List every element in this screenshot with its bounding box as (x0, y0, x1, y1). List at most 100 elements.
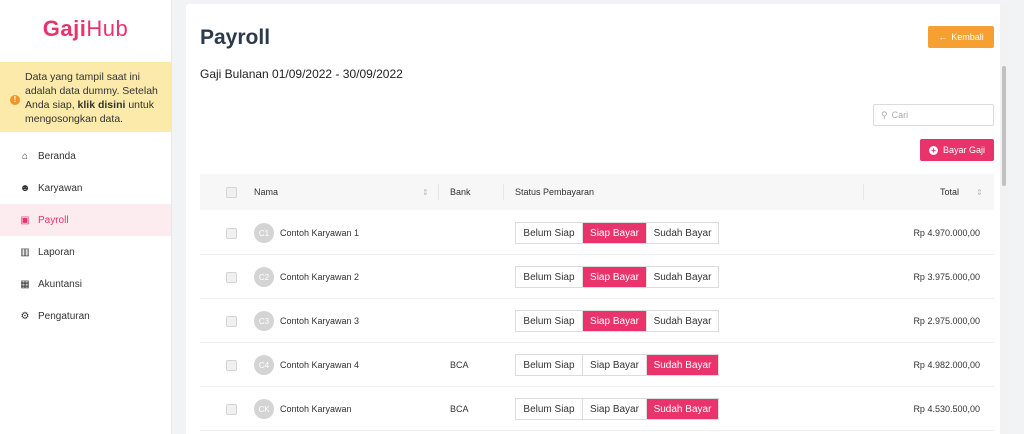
employee-name[interactable]: Contoh Karyawan 4 (280, 360, 359, 370)
row-checkbox-cell (226, 255, 237, 299)
gajihub-logo[interactable]: Gaji Hub (0, 0, 171, 58)
bank-name: BCA (450, 360, 469, 370)
pay-salary-button[interactable]: + Bayar Gaji (920, 139, 994, 161)
status-option-2[interactable]: Siap Bayar (583, 267, 647, 287)
row-checkbox[interactable] (226, 315, 237, 327)
header-bank-label: Bank (450, 187, 471, 197)
sidebar-item-beranda[interactable]: ⌂ Beranda (0, 140, 171, 172)
scrollbar-thumb[interactable] (1002, 66, 1006, 186)
total-cell: Rp 4.982.000,00 (913, 343, 980, 387)
sidebar-item-laporan[interactable]: ▥ Laporan (0, 236, 171, 268)
bank-name: BCA (450, 404, 469, 414)
plus-circle-icon: + (928, 145, 938, 155)
main-content: Payroll Gaji Bulanan 01/09/2022 - 30/09/… (186, 4, 1008, 434)
search-input[interactable]: ⚲ Cari (873, 104, 994, 126)
status-option-2[interactable]: Siap Bayar (583, 355, 647, 375)
employee-name[interactable]: Contoh Karyawan 1 (280, 228, 359, 238)
sidebar: Gaji Hub ! Data yang tampil saat ini adal… (0, 0, 172, 434)
users-icon: ☻ (19, 182, 31, 194)
status-segmented-control: Belum Siap Siap Bayar Sudah Bayar (515, 211, 719, 255)
status-option-3[interactable]: Sudah Bayar (647, 355, 718, 375)
total-cell: Rp 2.975.000,00 (913, 299, 980, 343)
total-amount: Rp 3.975.000,00 (913, 272, 980, 282)
bank-cell: BCA (450, 343, 469, 387)
select-all-checkbox-cell (226, 174, 237, 210)
total-amount: Rp 4.530.500,00 (913, 404, 980, 414)
status-option-2[interactable]: Siap Bayar (583, 311, 647, 331)
row-checkbox[interactable] (226, 271, 237, 283)
header-total-label: Total (940, 187, 960, 197)
row-checkbox[interactable] (226, 359, 237, 371)
employee-name[interactable]: Contoh Karyawan 3 (280, 316, 359, 326)
logo-light-text: Hub (86, 16, 129, 41)
total-amount: Rp 4.970.000,00 (913, 228, 980, 238)
sidebar-item-akuntansi[interactable]: ▦ Akuntansi (0, 268, 171, 300)
avatar: CK (254, 399, 274, 419)
status-segmented-control: Belum Siap Siap Bayar Sudah Bayar (515, 299, 719, 343)
total-cell: Rp 3.975.000,00 (913, 255, 980, 299)
scrollbar[interactable] (1000, 4, 1008, 434)
employee-cell[interactable]: C2 Contoh Karyawan 2 (254, 255, 359, 299)
status-option-1[interactable]: Belum Siap (516, 355, 583, 375)
clear-data-link[interactable]: klik disini (78, 99, 126, 111)
sort-total-icon[interactable]: ⇕ (976, 174, 983, 210)
employee-cell[interactable]: C3 Contoh Karyawan 3 (254, 299, 359, 343)
column-divider (863, 184, 864, 200)
header-status-label: Status Pembayaran (515, 187, 595, 197)
bank-cell: BCA (450, 387, 469, 431)
row-checkbox-cell (226, 299, 237, 343)
total-cell: Rp 4.530.500,00 (913, 387, 980, 431)
row-checkbox-cell (226, 343, 237, 387)
status-option-3[interactable]: Sudah Bayar (647, 267, 718, 287)
sidebar-item-pengaturan[interactable]: ⚙ Pengaturan (0, 300, 171, 332)
dummy-data-notice: ! Data yang tampil saat ini adalah data … (0, 62, 171, 132)
sidebar-item-karyawan[interactable]: ☻ Karyawan (0, 172, 171, 204)
gear-icon: ⚙ (20, 310, 30, 322)
header-name[interactable]: Nama (254, 174, 278, 210)
employee-cell[interactable]: C1 Contoh Karyawan 1 (254, 211, 359, 255)
chart-icon: ▥ (20, 246, 30, 258)
row-checkbox[interactable] (226, 227, 237, 239)
sort-name-icon[interactable]: ⇕ (422, 174, 429, 210)
status-option-3[interactable]: Sudah Bayar (647, 223, 718, 243)
payroll-icon: ▣ (20, 214, 30, 226)
select-all-checkbox[interactable] (226, 186, 237, 198)
column-divider (438, 184, 439, 200)
avatar: C1 (254, 223, 274, 243)
header-name-label: Nama (254, 187, 279, 197)
sidebar-item-label: Pengaturan (38, 310, 90, 322)
status-option-1[interactable]: Belum Siap (516, 223, 583, 243)
table-row: C4 Contoh Karyawan 4 BCA Belum Siap Siap Bay… (200, 343, 994, 387)
page-title: Payroll (200, 26, 271, 49)
status-option-1[interactable]: Belum Siap (516, 311, 583, 331)
home-icon: ⌂ (21, 150, 29, 162)
sidebar-nav: ⌂ Beranda ☻ Karyawan ▣ Payroll ▥ Laporan ▦ Ak… (0, 140, 171, 332)
back-button[interactable]: ← Kembali (928, 26, 994, 48)
employee-name[interactable]: Contoh Karyawan 2 (280, 272, 359, 282)
status-option-1[interactable]: Belum Siap (516, 267, 583, 287)
avatar: C4 (254, 355, 274, 375)
sidebar-item-label: Payroll (38, 214, 69, 226)
employee-name[interactable]: Contoh Karyawan (280, 404, 352, 414)
table-row: C3 Contoh Karyawan 3 Belum Siap Siap Bayar S… (200, 299, 994, 343)
sidebar-item-payroll[interactable]: ▣ Payroll (0, 204, 171, 236)
status-option-3[interactable]: Sudah Bayar (647, 311, 718, 331)
employee-cell[interactable]: CK Contoh Karyawan (254, 387, 352, 431)
avatar: C2 (254, 267, 274, 287)
grid-icon: ▦ (20, 278, 30, 290)
header-bank: Bank (450, 174, 471, 210)
back-button-label: Kembali (951, 32, 984, 42)
search-placeholder: Cari (891, 110, 909, 120)
pay-salary-label: Bayar Gaji (942, 145, 986, 155)
employee-cell[interactable]: C4 Contoh Karyawan 4 (254, 343, 359, 387)
status-option-2[interactable]: Siap Bayar (583, 223, 647, 243)
table-row: C1 Contoh Karyawan 1 Belum Siap Siap Bayar S… (200, 211, 994, 255)
row-checkbox-cell (226, 387, 237, 431)
status-option-3[interactable]: Sudah Bayar (647, 399, 718, 419)
header-total[interactable]: Total (940, 174, 959, 210)
row-checkbox[interactable] (226, 403, 237, 415)
status-option-2[interactable]: Siap Bayar (583, 399, 647, 419)
status-option-1[interactable]: Belum Siap (516, 399, 583, 419)
table-row: C2 Contoh Karyawan 2 Belum Siap Siap Bayar S… (200, 255, 994, 299)
info-icon: ! (10, 95, 20, 105)
